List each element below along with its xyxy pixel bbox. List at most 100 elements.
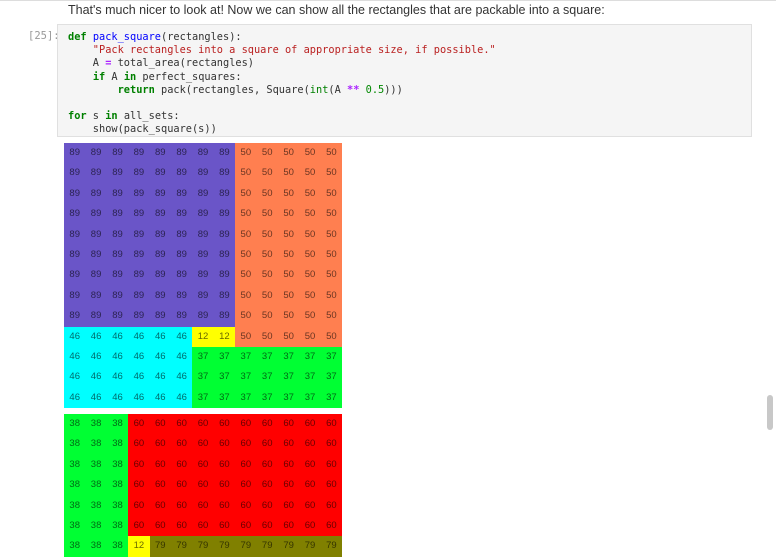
scrollbar-thumb[interactable]: [767, 395, 773, 430]
grid-cell: 46: [85, 326, 107, 347]
grid-cell: 89: [192, 163, 214, 184]
grid-cell: 12: [192, 326, 214, 347]
grid-cell: 89: [128, 183, 150, 205]
grid-cell: 79: [170, 536, 193, 557]
grid-cell: 50: [320, 183, 343, 205]
grid-cell: 46: [128, 326, 150, 347]
grid-cell: 46: [64, 367, 86, 388]
grid-cell: 60: [256, 515, 278, 537]
packing-grid-1: 89 89 89 89 89 89 89 89 50 50 50 50 50 89 89 89 89 89 89 89…: [64, 143, 343, 409]
grid-cell: 37: [235, 387, 257, 409]
grid-cell: 60: [320, 495, 343, 516]
grid-cell: 89: [170, 163, 193, 184]
grid-cell: 89: [128, 285, 150, 307]
grid-cell: 89: [64, 204, 86, 225]
grid-cell: 46: [64, 346, 86, 368]
cell-prompt: [25]:: [28, 30, 60, 42]
grid-cell: 89: [213, 285, 236, 307]
grid-cell: 50: [256, 306, 278, 327]
grid-cell: 37: [299, 387, 321, 409]
grid-cell: 60: [320, 475, 343, 496]
grid-cell: 60: [299, 434, 321, 455]
grid-cell: 50: [256, 244, 278, 266]
grid-cell: 46: [85, 367, 107, 388]
grid-cell: 89: [213, 306, 236, 327]
grid-cell: 89: [64, 183, 86, 205]
grid-cell: 46: [64, 326, 86, 347]
grid-cell: 38: [64, 495, 86, 516]
grid-cell: 50: [299, 183, 321, 205]
grid-cell: 89: [170, 224, 193, 245]
grid-cell: 37: [256, 367, 278, 388]
grid-cell: 38: [106, 495, 129, 516]
grid-cell: 50: [277, 183, 300, 205]
grid-cell: 79: [192, 536, 214, 557]
grid-cell: 38: [64, 515, 86, 537]
grid-cell: 60: [192, 495, 214, 516]
grid-cell: 60: [128, 414, 150, 435]
grid-cell: 60: [170, 434, 193, 455]
grid-cell: 89: [213, 204, 236, 225]
grid-cell: 38: [85, 515, 107, 537]
grid-cell: 50: [235, 306, 257, 327]
grid-cell: 89: [85, 285, 107, 307]
grid-cell: 50: [256, 326, 278, 347]
grid-cell: 89: [192, 204, 214, 225]
grid-cell: 60: [235, 454, 257, 476]
grid-cell: 50: [256, 265, 278, 286]
grid-cell: 46: [128, 367, 150, 388]
grid-cell: 38: [64, 454, 86, 476]
grid-cell: 89: [170, 143, 193, 164]
grid-cell: 38: [106, 515, 129, 537]
grid-cell: 38: [85, 434, 107, 455]
grid-cell: 89: [170, 183, 193, 205]
code-editor[interactable]: def pack_square(rectangles): "Pack recta…: [68, 31, 496, 137]
grid-cell: 38: [85, 414, 107, 435]
grid-cell: 37: [192, 346, 214, 368]
grid-cell: 46: [149, 387, 171, 409]
grid-cell: 50: [299, 265, 321, 286]
grid-cell: 89: [170, 306, 193, 327]
grid-cell: 46: [149, 326, 171, 347]
grid-cell: 50: [320, 163, 343, 184]
grid-cell: 60: [213, 515, 236, 537]
grid-cell: 46: [106, 367, 129, 388]
code-line: A = total_area(rectangles): [68, 57, 254, 70]
code-line: return pack(rectangles, Square(int(A ** …: [117, 83, 403, 96]
grid-cell: 37: [299, 367, 321, 388]
grid-cell: 60: [149, 475, 171, 496]
grid-cell: 46: [85, 387, 107, 409]
grid-cell: 50: [256, 183, 278, 205]
grid-cell: 60: [128, 475, 150, 496]
grid-cell: 79: [277, 536, 300, 557]
grid-cell: 50: [320, 265, 343, 286]
grid-cell: 60: [320, 454, 343, 476]
grid-cell: 50: [235, 326, 257, 347]
grid-cell: 89: [213, 183, 236, 205]
grid-cell: 60: [128, 454, 150, 476]
grid-cell: 89: [128, 224, 150, 245]
grid-cell: 89: [213, 163, 236, 184]
grid-cell: 89: [128, 306, 150, 327]
grid-cell: 89: [106, 285, 129, 307]
grid-cell: 50: [277, 244, 300, 266]
grid-cell: 60: [149, 414, 171, 435]
grid-cell: 60: [149, 454, 171, 476]
grid-cell: 79: [149, 536, 171, 557]
grid-cell: 37: [235, 367, 257, 388]
grid-cell: 89: [106, 244, 129, 266]
grid-cell: 50: [256, 285, 278, 307]
grid-cell: 50: [235, 143, 257, 164]
grid-cell: 37: [320, 387, 343, 409]
code-cell-input[interactable]: def pack_square(rectangles): "Pack recta…: [57, 24, 752, 137]
grid-cell: 38: [64, 434, 86, 455]
grid-cell: 60: [277, 434, 300, 455]
grid-cell: 79: [235, 536, 257, 557]
grid-cell: 50: [256, 204, 278, 225]
grid-cell: 50: [235, 285, 257, 307]
grid-cell: 89: [106, 204, 129, 225]
grid-cell: 46: [170, 346, 193, 368]
grid-cell: 89: [192, 265, 214, 286]
cell-divider: [0, 0, 776, 1]
grid-cell: 38: [85, 495, 107, 516]
